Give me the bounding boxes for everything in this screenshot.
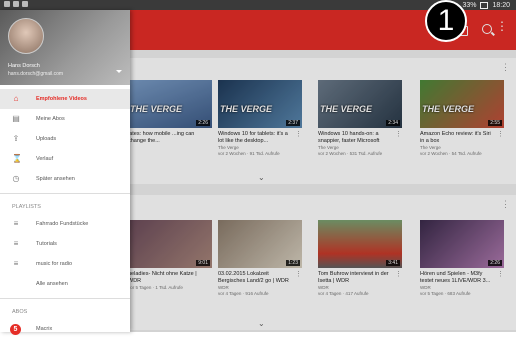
nav-label: Tutorials bbox=[36, 241, 57, 247]
clock: 18:20 bbox=[492, 1, 510, 9]
notification-icons bbox=[4, 1, 28, 7]
history-icon: ⌛ bbox=[12, 154, 22, 163]
subscriptions-icon: ▤ bbox=[12, 114, 20, 123]
subscription-item[interactable]: 5 Macrix bbox=[0, 319, 130, 339]
avatar[interactable] bbox=[8, 18, 44, 54]
callout-marker: 1 bbox=[425, 0, 467, 42]
battery-text: 33% bbox=[462, 1, 477, 9]
divider bbox=[0, 193, 130, 194]
playlist-item[interactable]: ≡ Tutorials bbox=[0, 234, 130, 254]
see-all-playlists[interactable]: Alle ansehen bbox=[0, 274, 130, 294]
playlist-item[interactable]: ≡ Fahrrado Fundstücke bbox=[0, 214, 130, 234]
nav-item-subscriptions[interactable]: ▤ Meine Abos bbox=[0, 109, 130, 129]
nav-item-watch-later[interactable]: ◷ Später ansehen bbox=[0, 169, 130, 189]
account-name: Hans Dorsch bbox=[8, 63, 40, 69]
nav-label: Später ansehen bbox=[36, 176, 75, 182]
nav-label: Macrix bbox=[36, 326, 53, 332]
playlist-icon: ≡ bbox=[13, 259, 19, 268]
nav-item-recommended[interactable]: ⌂ Empfohlene Videos bbox=[0, 89, 130, 109]
navigation-drawer: Hans Dorsch hans.dorsch@gmail.com ⌂ Empf… bbox=[0, 10, 130, 335]
account-email: hans.dorsch@gmail.com bbox=[8, 71, 64, 77]
nav-item-history[interactable]: ⌛ Verlauf bbox=[0, 149, 130, 169]
subscriptions-heading: ABOS bbox=[12, 309, 28, 315]
clock-icon: ◷ bbox=[12, 174, 20, 183]
nav-label: Uploads bbox=[36, 136, 57, 142]
upload-icon: ⇪ bbox=[12, 134, 20, 143]
divider bbox=[0, 298, 130, 299]
playlists-heading: PLAYLISTS bbox=[12, 204, 41, 210]
nav-label: music for radio bbox=[36, 261, 73, 267]
account-header[interactable]: Hans Dorsch hans.dorsch@gmail.com bbox=[0, 10, 130, 85]
playlist-item[interactable]: ≡ music for radio bbox=[0, 254, 130, 274]
playlist-icon: ≡ bbox=[13, 239, 19, 248]
nav-label: Verlauf bbox=[36, 156, 54, 162]
playlist-icon: ≡ bbox=[13, 219, 19, 228]
nav-label: Fahrrado Fundstücke bbox=[36, 221, 89, 227]
nav-item-uploads[interactable]: ⇪ Uploads bbox=[0, 129, 130, 149]
drawer-scrim[interactable] bbox=[130, 10, 516, 332]
battery-icon bbox=[480, 1, 489, 9]
nav-label: Empfohlene Videos bbox=[36, 96, 87, 102]
nav-label: Meine Abos bbox=[36, 116, 65, 122]
account-switch-icon[interactable] bbox=[116, 70, 122, 73]
home-icon: ⌂ bbox=[13, 94, 19, 103]
channel-avatar: 5 bbox=[10, 323, 21, 335]
nav-label: Alle ansehen bbox=[36, 281, 68, 287]
